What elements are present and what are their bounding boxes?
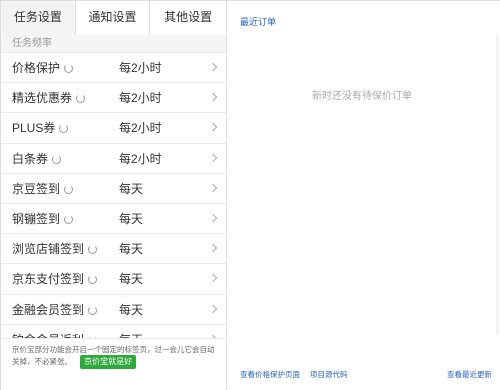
chevron-right-icon[interactable]	[208, 304, 218, 313]
refresh-icon[interactable]	[88, 305, 98, 315]
task-row[interactable]: 京东支付签到 每天	[1, 264, 226, 295]
task-row[interactable]: PLUS券 每2小时	[1, 113, 226, 144]
settings-panel: 任务设置 通知设置 其他设置 任务频率 价格保护 每2小时 精选优惠券 每2小时…	[1, 1, 227, 390]
chevron-right-icon[interactable]	[208, 183, 218, 192]
chevron-right-icon[interactable]	[208, 243, 218, 253]
task-name: 白条券	[12, 144, 62, 174]
empty-orders-message: 新时还没有待保价订单	[312, 91, 412, 102]
task-name-label: 精选优惠券	[12, 91, 73, 106]
orders-panel: 最近订单 新时还没有待保价订单 查看价格保护页面 项目源代码 查看最近更新	[228, 1, 500, 390]
refresh-icon[interactable]	[88, 245, 98, 255]
refresh-icon[interactable]	[52, 154, 62, 164]
app-window: 任务设置 通知设置 其他设置 任务频率 价格保护 每2小时 精选优惠券 每2小时…	[0, 0, 500, 390]
notice-button[interactable]: 京价宝就是好	[80, 355, 137, 369]
chevron-right-icon[interactable]	[208, 62, 218, 72]
task-frequency[interactable]: 每2小时	[119, 144, 162, 174]
task-row[interactable]: 精选优惠券 每2小时	[1, 83, 226, 114]
task-name: 浏览店铺签到	[12, 234, 98, 264]
task-name-label: 京豆签到	[12, 181, 61, 196]
task-name: 精选优惠券	[12, 83, 86, 113]
task-name-label: 金融会员签到	[12, 302, 85, 317]
source-code-link[interactable]: 项目源代码	[310, 369, 348, 380]
task-name: 京豆签到	[12, 174, 74, 204]
chevron-right-icon[interactable]	[208, 92, 218, 102]
tab-task-settings[interactable]: 任务设置	[1, 1, 76, 35]
refresh-icon[interactable]	[88, 275, 98, 285]
task-name: 价格保护	[12, 53, 74, 83]
refresh-icon[interactable]	[64, 184, 74, 194]
scrollbar[interactable]	[496, 35, 499, 335]
chevron-right-icon[interactable]	[208, 274, 218, 283]
task-frequency[interactable]: 每天	[119, 204, 143, 234]
tab-other-settings[interactable]: 其他设置	[150, 1, 226, 35]
task-row[interactable]: 浏览店铺签到 每天	[1, 234, 226, 265]
price-protection-page-link[interactable]: 查看价格保护页面	[240, 369, 300, 380]
task-name-label: 价格保护	[12, 61, 61, 75]
task-row[interactable]: 京豆签到 每天	[1, 174, 226, 204]
notice-box: 京价宝部分功能会开启一个固定的标签页，过一会儿它会自动关掉，不必紧张。 京价宝就…	[1, 338, 226, 380]
task-name: 金融会员签到	[12, 295, 98, 325]
task-row[interactable]: 白条券 每2小时	[1, 144, 226, 174]
task-name-label: 浏览店铺签到	[12, 242, 85, 257]
chevron-right-icon[interactable]	[208, 123, 218, 132]
tab-notification-settings[interactable]: 通知设置	[75, 1, 151, 35]
tab-bar: 任务设置 通知设置 其他设置	[1, 1, 226, 35]
task-row[interactable]: 钢镚签到 每天	[1, 204, 226, 235]
task-frequency[interactable]: 每2小时	[119, 53, 162, 83]
task-frequency[interactable]: 每天	[119, 295, 143, 325]
task-name: 京东支付签到	[12, 264, 98, 294]
task-name-label: PLUS券	[12, 121, 56, 136]
footer-links: 查看价格保护页面 项目源代码 查看最近更新	[228, 369, 500, 383]
task-name-label: 钢镚签到	[12, 211, 61, 226]
refresh-icon[interactable]	[76, 94, 86, 104]
task-frequency[interactable]: 每天	[119, 264, 143, 294]
section-header-task-frequency: 任务频率	[1, 35, 226, 53]
task-row[interactable]: 价格保护 每2小时	[1, 53, 226, 84]
task-frequency[interactable]: 每天	[119, 234, 143, 264]
task-frequency[interactable]: 每天	[119, 174, 143, 204]
task-frequency[interactable]: 每2小时	[119, 83, 162, 113]
chevron-right-icon[interactable]	[208, 153, 218, 162]
refresh-icon[interactable]	[59, 124, 69, 134]
task-name: 钢镚签到	[12, 204, 74, 234]
task-name-label: 白条券	[12, 151, 49, 166]
task-frequency[interactable]: 每2小时	[119, 113, 162, 143]
task-list: 价格保护 每2小时 精选优惠券 每2小时 PLUS券 每2小时 白条券 每2小时…	[1, 53, 226, 355]
chevron-right-icon[interactable]	[208, 213, 218, 223]
refresh-icon[interactable]	[64, 64, 74, 73]
task-row[interactable]: 金融会员签到 每天	[1, 295, 226, 325]
task-name-label: 京东支付签到	[12, 272, 85, 287]
recent-updates-link[interactable]: 查看最近更新	[447, 369, 492, 380]
refresh-icon[interactable]	[64, 214, 74, 224]
recent-orders-title[interactable]: 最近订单	[240, 15, 276, 28]
task-name: PLUS券	[12, 113, 69, 143]
